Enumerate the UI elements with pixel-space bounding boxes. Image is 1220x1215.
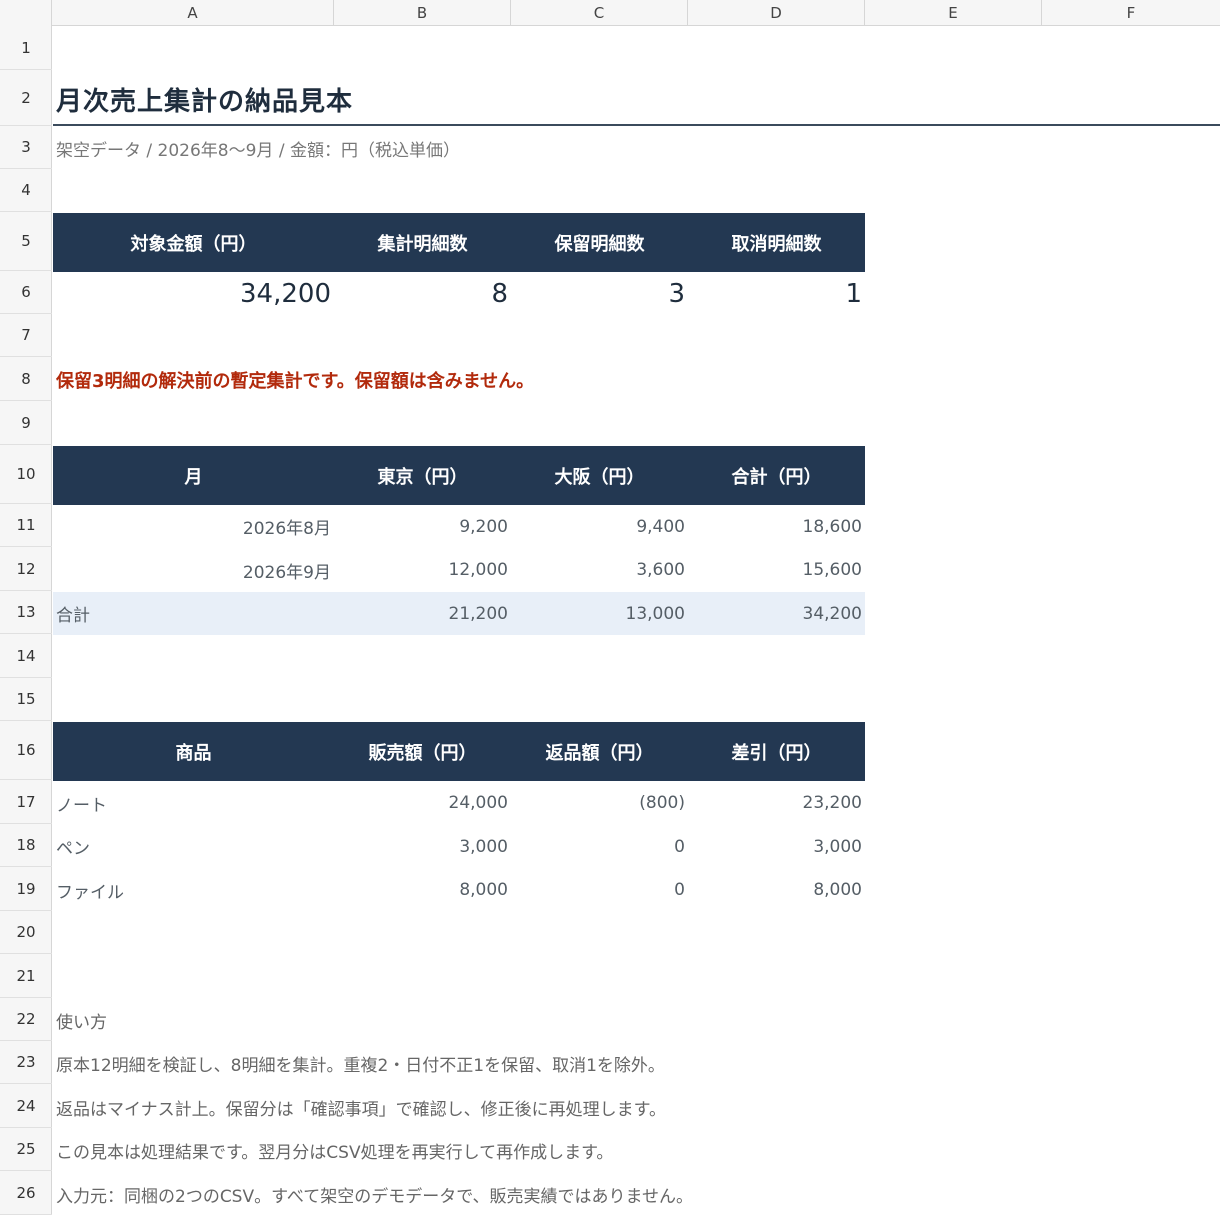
column-header-e[interactable]: E bbox=[865, 0, 1042, 26]
row-header[interactable]: 23 bbox=[0, 1041, 52, 1084]
table-cell[interactable]: 3,000 bbox=[688, 825, 865, 868]
row-header[interactable]: 25 bbox=[0, 1128, 52, 1171]
column-header-c[interactable]: C bbox=[511, 0, 688, 26]
table-cell[interactable]: 9,400 bbox=[511, 505, 688, 548]
kpi-header-amount[interactable]: 対象金額（円） bbox=[53, 213, 334, 272]
table-cell[interactable]: 24,000 bbox=[334, 781, 511, 825]
monthly-header-month[interactable]: 月 bbox=[53, 446, 334, 505]
kpi-value-held-count[interactable]: 3 bbox=[511, 272, 688, 315]
table-cell[interactable]: 9,200 bbox=[334, 505, 511, 548]
kpi-header-held-count[interactable]: 保留明細数 bbox=[511, 213, 688, 272]
products-header-sales[interactable]: 販売額（円） bbox=[334, 722, 511, 781]
row-header[interactable]: 7 bbox=[0, 314, 52, 357]
column-header-a[interactable]: A bbox=[52, 0, 334, 26]
row-header[interactable]: 18 bbox=[0, 824, 52, 867]
table-cell[interactable]: 12,000 bbox=[334, 548, 511, 592]
column-header-bar: A B C D E F bbox=[0, 0, 1220, 26]
table-cell[interactable]: 0 bbox=[511, 868, 688, 912]
row-header[interactable]: 8 bbox=[0, 357, 52, 401]
table-cell[interactable]: (800) bbox=[511, 781, 688, 825]
row-header[interactable]: 16 bbox=[0, 721, 52, 780]
table-cell[interactable]: 3,000 bbox=[334, 825, 511, 868]
products-header-returns[interactable]: 返品額（円） bbox=[511, 722, 688, 781]
row-header[interactable]: 6 bbox=[0, 271, 52, 314]
provisional-warning[interactable]: 保留3明細の解決前の暫定集計です。保留額は含みません。 bbox=[53, 358, 853, 402]
note-line[interactable]: この見本は処理結果です。翌月分はCSV処理を再実行して再作成します。 bbox=[53, 1129, 953, 1172]
row-header[interactable]: 13 bbox=[0, 591, 52, 634]
monthly-total-osaka[interactable]: 13,000 bbox=[511, 592, 688, 635]
subtitle[interactable]: 架空データ / 2026年8〜9月 / 金額：円（税込単価） bbox=[53, 127, 653, 170]
table-cell[interactable]: ペン bbox=[53, 825, 334, 868]
row-header[interactable]: 20 bbox=[0, 911, 52, 954]
row-header[interactable]: 2 bbox=[0, 70, 52, 126]
row-header[interactable]: 17 bbox=[0, 780, 52, 824]
table-cell[interactable]: 2026年9月 bbox=[53, 548, 334, 592]
kpi-value-amount[interactable]: 34,200 bbox=[53, 272, 334, 315]
table-cell[interactable]: ファイル bbox=[53, 868, 334, 912]
row-header[interactable]: 1 bbox=[0, 26, 52, 70]
row-header[interactable]: 5 bbox=[0, 212, 52, 271]
kpi-header-cancelled-count[interactable]: 取消明細数 bbox=[688, 213, 865, 272]
kpi-value-cancelled-count[interactable]: 1 bbox=[688, 272, 865, 315]
page-title[interactable]: 月次売上集計の納品見本 bbox=[53, 71, 653, 127]
sheet-grid[interactable]: 月次売上集計の納品見本 架空データ / 2026年8〜9月 / 金額：円（税込単… bbox=[53, 27, 1220, 1215]
table-cell[interactable]: 8,000 bbox=[688, 868, 865, 912]
row-header[interactable]: 11 bbox=[0, 504, 52, 547]
row-header[interactable]: 26 bbox=[0, 1171, 52, 1215]
table-cell[interactable]: 0 bbox=[511, 825, 688, 868]
row-header[interactable]: 15 bbox=[0, 678, 52, 721]
notes-heading[interactable]: 使い方 bbox=[53, 999, 953, 1042]
monthly-header-tokyo[interactable]: 東京（円） bbox=[334, 446, 511, 505]
select-all-corner[interactable] bbox=[0, 0, 52, 26]
table-cell[interactable]: 18,600 bbox=[688, 505, 865, 548]
row-header[interactable]: 14 bbox=[0, 634, 52, 678]
table-cell[interactable]: 23,200 bbox=[688, 781, 865, 825]
monthly-total-label[interactable]: 合計 bbox=[53, 592, 334, 635]
row-header[interactable]: 3 bbox=[0, 126, 52, 169]
column-header-f[interactable]: F bbox=[1042, 0, 1220, 26]
title-underline bbox=[53, 124, 1220, 126]
products-header-net[interactable]: 差引（円） bbox=[688, 722, 865, 781]
kpi-value-aggregated-count[interactable]: 8 bbox=[334, 272, 511, 315]
kpi-header-aggregated-count[interactable]: 集計明細数 bbox=[334, 213, 511, 272]
row-header[interactable]: 12 bbox=[0, 547, 52, 591]
row-header[interactable]: 19 bbox=[0, 867, 52, 911]
monthly-header-total[interactable]: 合計（円） bbox=[688, 446, 865, 505]
row-header[interactable]: 9 bbox=[0, 401, 52, 445]
row-header[interactable]: 4 bbox=[0, 169, 52, 212]
row-header[interactable]: 21 bbox=[0, 954, 52, 998]
row-header[interactable]: 22 bbox=[0, 998, 52, 1041]
table-cell[interactable]: 15,600 bbox=[688, 548, 865, 592]
row-header[interactable]: 24 bbox=[0, 1084, 52, 1128]
table-cell[interactable]: 2026年8月 bbox=[53, 505, 334, 548]
row-header[interactable]: 10 bbox=[0, 445, 52, 504]
note-line[interactable]: 原本12明細を検証し、8明細を集計。重複2・日付不正1を保留、取消1を除外。 bbox=[53, 1042, 953, 1085]
monthly-total-tokyo[interactable]: 21,200 bbox=[334, 592, 511, 635]
column-header-b[interactable]: B bbox=[334, 0, 511, 26]
note-line[interactable]: 返品はマイナス計上。保留分は「確認事項」で確認し、修正後に再処理します。 bbox=[53, 1085, 953, 1129]
monthly-total-grand[interactable]: 34,200 bbox=[688, 592, 865, 635]
products-header-item[interactable]: 商品 bbox=[53, 722, 334, 781]
note-line[interactable]: 入力元：同梱の2つのCSV。すべて架空のデモデータで、販売実績ではありません。 bbox=[53, 1172, 953, 1215]
column-header-d[interactable]: D bbox=[688, 0, 865, 26]
monthly-header-osaka[interactable]: 大阪（円） bbox=[511, 446, 688, 505]
row-header-bar: 1 2 3 4 5 6 7 8 9 10 11 12 13 14 15 16 1… bbox=[0, 26, 52, 1215]
table-cell[interactable]: 3,600 bbox=[511, 548, 688, 592]
table-cell[interactable]: ノート bbox=[53, 781, 334, 825]
table-cell[interactable]: 8,000 bbox=[334, 868, 511, 912]
